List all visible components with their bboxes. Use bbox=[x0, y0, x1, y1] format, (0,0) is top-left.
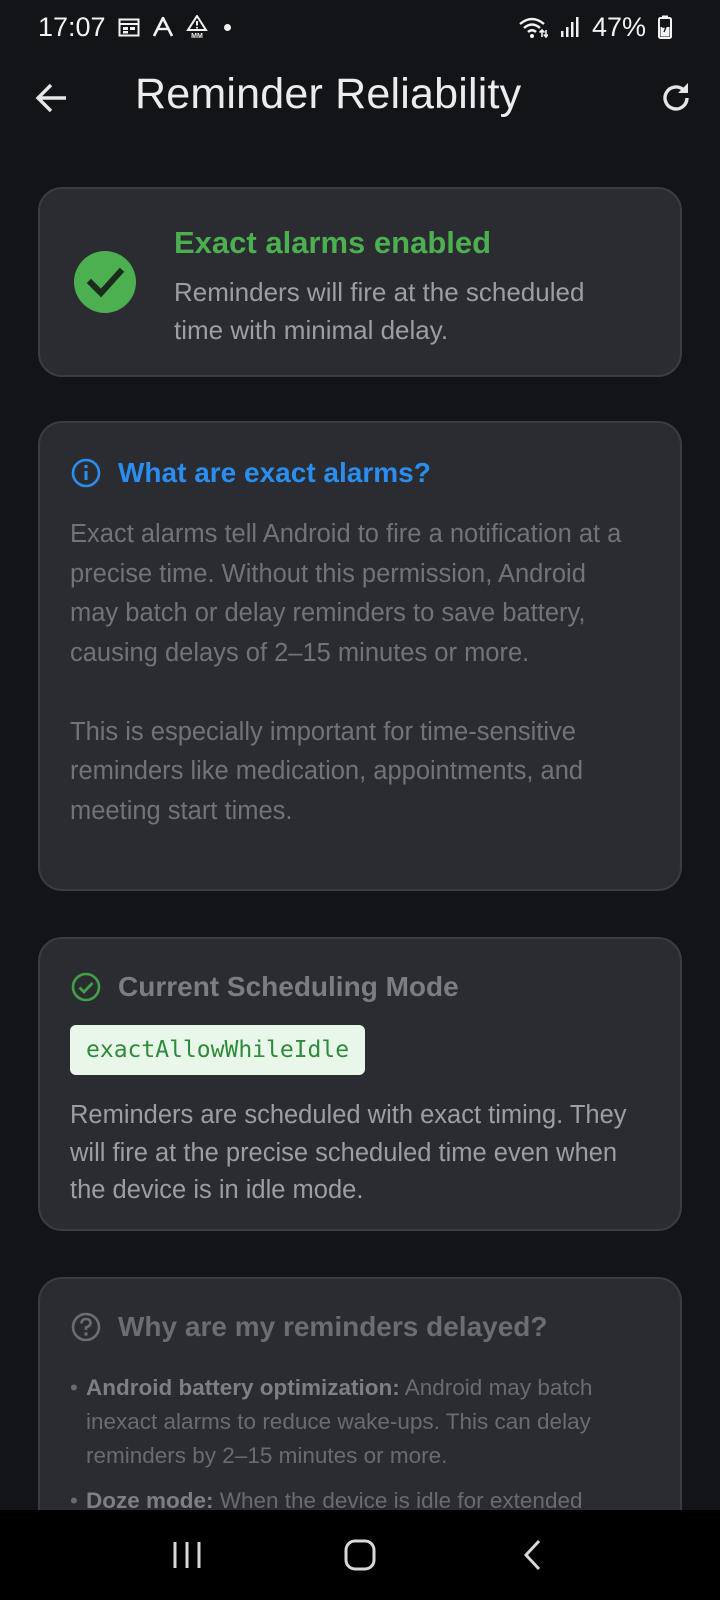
alarm-status-card: Exact alarms enabled Reminders will fire… bbox=[38, 187, 682, 377]
reason-term: Android battery optimization: bbox=[86, 1375, 400, 1400]
list-item: Android battery optimization: Android ma… bbox=[70, 1371, 650, 1473]
screen: 17:07 MM 47% Reminder Reliability Exact … bbox=[0, 0, 720, 1600]
home-icon bbox=[344, 1539, 376, 1571]
battery-percent: 47% bbox=[591, 11, 646, 42]
system-navigation-bar bbox=[0, 1510, 720, 1600]
status-description: Reminders will fire at the scheduled tim… bbox=[174, 277, 585, 345]
status-right: 47% bbox=[518, 12, 672, 43]
refresh-button[interactable] bbox=[650, 72, 702, 124]
scheduling-mode-card: Current Scheduling Mode exactAllowWhileI… bbox=[38, 937, 682, 1231]
refresh-icon bbox=[663, 83, 689, 111]
alert-mm-icon: MM bbox=[185, 15, 208, 39]
mode-card-title: Current Scheduling Mode bbox=[118, 971, 459, 1002]
font-a-icon bbox=[152, 17, 174, 37]
page-title: Reminder Reliability bbox=[135, 70, 522, 118]
status-time: 17:07 bbox=[38, 11, 106, 42]
recents-button[interactable] bbox=[147, 1525, 227, 1585]
app-bar: Reminder Reliability bbox=[0, 54, 720, 142]
info-paragraph: This is especially important for time-se… bbox=[70, 717, 584, 825]
mode-description: Reminders are scheduled with exact timin… bbox=[70, 1101, 627, 1204]
battery-icon bbox=[658, 15, 672, 39]
recents-icon bbox=[173, 1542, 201, 1568]
status-left: 17:07 MM bbox=[38, 12, 231, 43]
exact-alarms-info-card: What are exact alarms? Exact alarms tell… bbox=[38, 421, 682, 891]
wifi-icon bbox=[518, 15, 548, 39]
back-icon bbox=[524, 1539, 541, 1571]
signal-icon bbox=[560, 16, 580, 38]
calendar-icon bbox=[118, 17, 140, 37]
scheduling-mode-value: exactAllowWhileIdle bbox=[70, 1025, 366, 1075]
check-circle-outline-icon bbox=[71, 972, 101, 1002]
home-button[interactable] bbox=[320, 1525, 400, 1585]
why-card-title: Why are my reminders delayed? bbox=[118, 1311, 548, 1342]
svg-text:MM: MM bbox=[191, 33, 203, 39]
notification-dot-icon bbox=[223, 23, 231, 31]
why-card-header: Why are my reminders delayed? bbox=[70, 1311, 548, 1343]
arrow-left-icon bbox=[35, 83, 66, 113]
info-card-body: Exact alarms tell Android to fire a noti… bbox=[70, 515, 640, 831]
mode-card-header: Current Scheduling Mode bbox=[70, 971, 459, 1003]
info-card-title: What are exact alarms? bbox=[118, 457, 431, 488]
info-paragraph: Exact alarms tell Android to fire a noti… bbox=[70, 520, 622, 667]
delay-reasons-list: Android battery optimization: Android ma… bbox=[70, 1371, 650, 1529]
status-title: Exact alarms enabled bbox=[174, 225, 492, 260]
status-bar: 17:07 MM 47% bbox=[0, 0, 720, 54]
back-button[interactable] bbox=[28, 74, 76, 122]
help-circle-icon bbox=[71, 1312, 101, 1342]
info-card-header: What are exact alarms? bbox=[70, 457, 431, 489]
info-icon bbox=[71, 458, 101, 488]
system-back-button[interactable] bbox=[493, 1525, 573, 1585]
check-circle-icon bbox=[74, 251, 136, 313]
